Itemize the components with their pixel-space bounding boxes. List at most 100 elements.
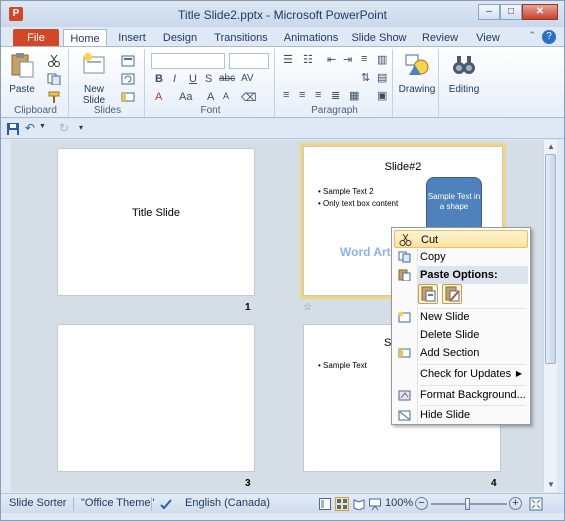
smartart-icon[interactable]: ▦: [349, 89, 359, 102]
menu-item-delete-slide[interactable]: Delete Slide: [394, 326, 528, 344]
justify-icon[interactable]: ≣: [331, 89, 340, 102]
vertical-scrollbar[interactable]: ▲ ▼: [543, 140, 557, 492]
reset-icon[interactable]: [121, 73, 135, 85]
line-spacing-icon[interactable]: ≡: [361, 53, 367, 65]
fit-to-window-icon[interactable]: [529, 497, 543, 511]
format-painter-icon[interactable]: [47, 91, 61, 103]
font-group: B I U S abc AV A Aa A A ⌫ Font: [147, 49, 275, 117]
slide-bullet: • Sample Text: [318, 361, 367, 370]
bold-icon[interactable]: B: [155, 73, 163, 85]
tab-animations[interactable]: Animations: [281, 29, 341, 47]
clear-formatting-icon[interactable]: ⌫: [241, 91, 257, 104]
scroll-down-icon[interactable]: ▼: [544, 478, 558, 492]
layout-icon[interactable]: [121, 55, 135, 67]
slide-bullet: • Sample Text 2: [318, 187, 374, 196]
slide-sorter-view-icon[interactable]: [335, 497, 349, 511]
menu-item-cut[interactable]: Cut: [394, 230, 528, 248]
paste-use-destination-theme-icon[interactable]: [418, 284, 438, 304]
new-slide-icon: [398, 311, 411, 323]
menu-item-new-slide[interactable]: New Slide: [394, 308, 528, 326]
tab-design[interactable]: Design: [159, 29, 201, 47]
tab-slide-show[interactable]: Slide Show: [349, 29, 409, 47]
normal-view-icon[interactable]: [319, 498, 331, 510]
copy-icon[interactable]: [47, 73, 61, 85]
help-icon[interactable]: ?: [542, 30, 556, 44]
reading-view-icon[interactable]: [353, 498, 365, 510]
title-bar: P Title Slide2.pptx - Microsoft PowerPoi…: [1, 1, 564, 27]
zoom-level[interactable]: 100%: [385, 497, 413, 509]
tab-transitions[interactable]: Transitions: [209, 29, 273, 47]
shrink-font-icon[interactable]: A: [223, 91, 229, 101]
zoom-slider-thumb[interactable]: [465, 498, 470, 510]
editing-button[interactable]: Editing: [443, 51, 485, 95]
cut-icon[interactable]: [47, 55, 61, 67]
paste-icon: [398, 269, 411, 281]
paste-keep-source-formatting-icon[interactable]: [442, 284, 462, 304]
zoom-out-icon[interactable]: −: [415, 497, 428, 510]
tab-view[interactable]: View: [471, 29, 505, 47]
submenu-arrow-icon: ▶: [515, 369, 522, 378]
spelling-check-icon[interactable]: [159, 497, 173, 511]
paste-button[interactable]: Paste: [7, 51, 37, 95]
menu-item-hide-slide[interactable]: Hide Slide: [394, 406, 528, 424]
change-case-icon[interactable]: Aa: [179, 91, 192, 103]
save-icon[interactable]: [7, 123, 19, 135]
font-size-combo[interactable]: [229, 53, 269, 69]
font-color-icon[interactable]: A: [155, 91, 162, 103]
shadow-icon[interactable]: S: [205, 73, 212, 85]
menu-label: New Slide: [420, 311, 470, 323]
tab-file[interactable]: File: [13, 29, 59, 47]
language-indicator[interactable]: English (Canada): [185, 497, 270, 509]
underline-icon[interactable]: U: [189, 73, 197, 85]
menu-item-add-section[interactable]: Add Section: [394, 344, 528, 362]
new-slide-button[interactable]: New Slide: [77, 51, 111, 106]
undo-icon[interactable]: ↶: [25, 121, 35, 135]
slide-title: Title Slide: [132, 207, 180, 219]
columns-icon[interactable]: ▥: [377, 53, 387, 66]
align-text-icon[interactable]: ▤: [377, 71, 387, 84]
menu-item-format-background[interactable]: Format Background...: [394, 386, 528, 404]
transition-star-icon: ☆: [303, 302, 312, 313]
close-button[interactable]: ✕: [522, 4, 558, 20]
undo-dropdown-icon[interactable]: ▼: [39, 123, 46, 130]
slide-thumbnail-1[interactable]: Title Slide: [57, 148, 255, 296]
bullets-icon[interactable]: ☰: [283, 53, 293, 66]
numbering-icon[interactable]: ☷: [303, 53, 313, 66]
align-left-icon[interactable]: ≡: [283, 89, 289, 101]
convert-smartart-icon[interactable]: ▣: [377, 89, 387, 102]
tab-insert[interactable]: Insert: [113, 29, 151, 47]
scrollbar-thumb[interactable]: [545, 154, 556, 364]
italic-icon[interactable]: I: [173, 73, 176, 85]
slides-group: New Slide Slides: [71, 49, 145, 117]
increase-indent-icon[interactable]: ⇥: [343, 53, 352, 66]
char-spacing-icon[interactable]: AV: [241, 73, 254, 84]
section-icon[interactable]: [121, 91, 135, 103]
scroll-up-icon[interactable]: ▲: [544, 140, 558, 154]
maximize-button[interactable]: □: [500, 4, 522, 20]
strikethrough-icon[interactable]: abc: [219, 73, 235, 84]
slide-thumbnail-3[interactable]: [57, 324, 255, 472]
align-right-icon[interactable]: ≡: [315, 89, 321, 101]
tab-home[interactable]: Home: [63, 29, 107, 47]
redo-icon[interactable]: ↻: [59, 121, 69, 135]
decrease-indent-icon[interactable]: ⇤: [327, 53, 336, 66]
customize-qat-icon[interactable]: ▾: [79, 123, 83, 132]
slide-show-icon[interactable]: [369, 498, 381, 510]
grow-font-icon[interactable]: A: [207, 91, 214, 103]
zoom-in-icon[interactable]: +: [509, 497, 522, 510]
minimize-button[interactable]: –: [478, 4, 500, 20]
drawing-button[interactable]: Drawing: [397, 51, 437, 95]
binoculars-icon: [453, 56, 475, 74]
font-name-combo[interactable]: [151, 53, 225, 69]
menu-item-check-for-updates[interactable]: Check for Updates ▶: [394, 365, 528, 383]
text-direction-icon[interactable]: ⇅: [361, 71, 370, 84]
menu-item-copy[interactable]: Copy: [394, 248, 528, 266]
status-separator: [73, 497, 74, 511]
align-center-icon[interactable]: ≡: [299, 89, 305, 101]
format-background-icon: [398, 390, 411, 401]
minimize-ribbon-icon[interactable]: ⌃: [528, 30, 536, 41]
theme-indicator[interactable]: "Office Theme": [81, 497, 154, 509]
slide-bullet: • Only text box content: [318, 199, 399, 208]
tab-review[interactable]: Review: [417, 29, 463, 47]
quick-access-toolbar: ↶ ▼ ↻ ▾: [1, 119, 564, 139]
